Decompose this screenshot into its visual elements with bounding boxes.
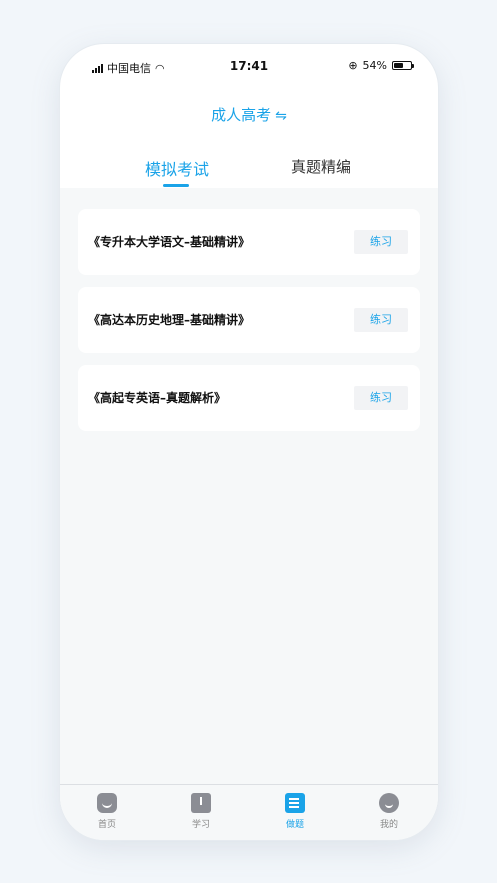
status-bar: 中国电信 ◠ 17:41 ⊕ 54% [60, 44, 438, 88]
course-title: 《高达本历史地理–基础精讲》 [88, 313, 251, 327]
practice-button[interactable]: 练习 [354, 386, 408, 410]
rotation-lock-icon: ⊕ [348, 59, 358, 72]
tabbar-item-exam[interactable]: 做题 [265, 793, 325, 830]
practice-button[interactable]: 练习 [354, 230, 408, 254]
battery-icon [392, 61, 414, 70]
tabbar-item-me[interactable]: 我的 [359, 793, 419, 830]
tabbar-label: 学习 [191, 820, 210, 830]
page-title-text: 成人高考 [211, 106, 272, 124]
home-icon [97, 793, 117, 813]
phone-frame: 中国电信 ◠ 17:41 ⊕ 54% 成人高考 ⇋ 模拟考试 真题精编 《专升本大… [60, 44, 438, 840]
tab-active-indicator [163, 184, 189, 187]
page-title[interactable]: 成人高考 ⇋ [60, 104, 438, 125]
course-title: 《高起专英语–真题解析》 [88, 391, 227, 405]
course-title: 《专升本大学语文–基础精讲》 [88, 235, 251, 249]
switch-icon[interactable]: ⇋ [275, 108, 287, 124]
tabbar-label: 做题 [285, 820, 304, 830]
tabbar-label: 我的 [379, 820, 398, 830]
exam-icon [285, 793, 305, 813]
bottom-tab-bar: 首页 学习 做题 我的 [60, 784, 438, 840]
practice-button[interactable]: 练习 [354, 308, 408, 332]
tabbar-label: 首页 [97, 820, 116, 830]
list-item[interactable]: 《高起专英语–真题解析》 练习 [78, 365, 420, 431]
list-item[interactable]: 《高达本历史地理–基础精讲》 练习 [78, 287, 420, 353]
tab-bar-top: 模拟考试 真题精编 [60, 152, 438, 188]
list-item[interactable]: 《专升本大学语文–基础精讲》 练习 [78, 209, 420, 275]
tab-mock-exam[interactable]: 模拟考试 [142, 156, 212, 180]
tab-past-papers[interactable]: 真题精编 [286, 156, 356, 177]
tabbar-item-study[interactable]: 学习 [171, 793, 231, 830]
profile-icon [379, 793, 399, 813]
book-icon [191, 793, 211, 813]
status-right: ⊕ 54% [348, 59, 414, 72]
battery-percent: 54% [362, 59, 387, 72]
course-list: 《专升本大学语文–基础精讲》 练习 《高达本历史地理–基础精讲》 练习 《高起专… [60, 188, 438, 784]
tabbar-item-home[interactable]: 首页 [77, 793, 137, 830]
